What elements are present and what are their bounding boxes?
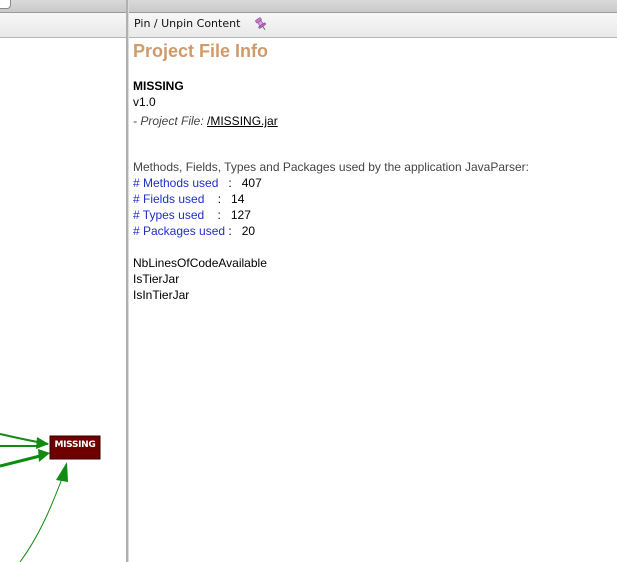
project-file-line: - Project File: /MISSING.jar [133,113,613,129]
pin-unpin-button[interactable]: Pin / Unpin Content [134,17,240,30]
info-pane: Pin / Unpin Content Project File Info MI… [129,0,617,562]
project-file-label: - Project File: [133,114,208,128]
graph-edge[interactable] [0,453,45,468]
info-pane-topbar [129,0,617,13]
graph-edge[interactable] [19,475,64,562]
graph-pane-topbar [0,0,126,13]
metric-fields: # Fields used : 14 [133,191,613,207]
metric-packages-link[interactable]: # Packages used [133,224,225,238]
property-list: NbLinesOfCodeAvailable IsTierJar IsInTie… [133,255,613,303]
metric-separator: : [218,176,242,190]
metric-packages: # Packages used : 20 [133,223,613,239]
pushpin-icon[interactable] [253,16,269,32]
property-item: NbLinesOfCodeAvailable [133,256,267,270]
app-window: MISSING Pin / Unpin Content Project File… [0,0,617,562]
metric-methods-link[interactable]: # Methods used [133,176,218,190]
graph-edge-arrowhead [56,462,68,482]
graph-node-label[interactable]: MISSING [50,436,100,459]
assembly-name: MISSING [133,79,184,93]
usage-summary: Methods, Fields, Types and Packages used… [133,160,530,174]
graph-pane-corner [0,0,11,9]
metric-types-value: 127 [230,208,251,222]
metric-fields-value: 14 [231,192,245,206]
dependency-graph-pane[interactable]: MISSING [0,0,126,562]
metric-separator: : [204,208,231,222]
assembly-version: v1.0 [133,95,156,109]
property-item: IsInTierJar [133,288,190,302]
metric-packages-value: 20 [241,224,256,238]
property-item: IsTierJar [133,272,180,286]
metric-separator: : [204,192,232,206]
metric-types-link[interactable]: # Types used [133,208,204,222]
metric-fields-link[interactable]: # Fields used [133,192,204,206]
graph-edge-arrowhead [38,449,50,462]
graph-edge-arrowhead [36,437,49,449]
metric-methods: # Methods used : 407 [133,175,613,191]
metric-separator: : [225,224,242,238]
metric-methods-value: 407 [241,176,262,190]
project-file-link[interactable]: /MISSING.jar [207,114,278,128]
dependency-graph[interactable] [0,0,126,562]
graph-pane-toolbar [0,13,126,38]
page-title: Project File Info [133,41,269,61]
metric-types: # Types used : 127 [133,207,613,223]
info-pane-toolbar: Pin / Unpin Content [129,13,617,38]
project-info-content: Project File Info MISSING v1.0 - Project… [133,40,613,303]
